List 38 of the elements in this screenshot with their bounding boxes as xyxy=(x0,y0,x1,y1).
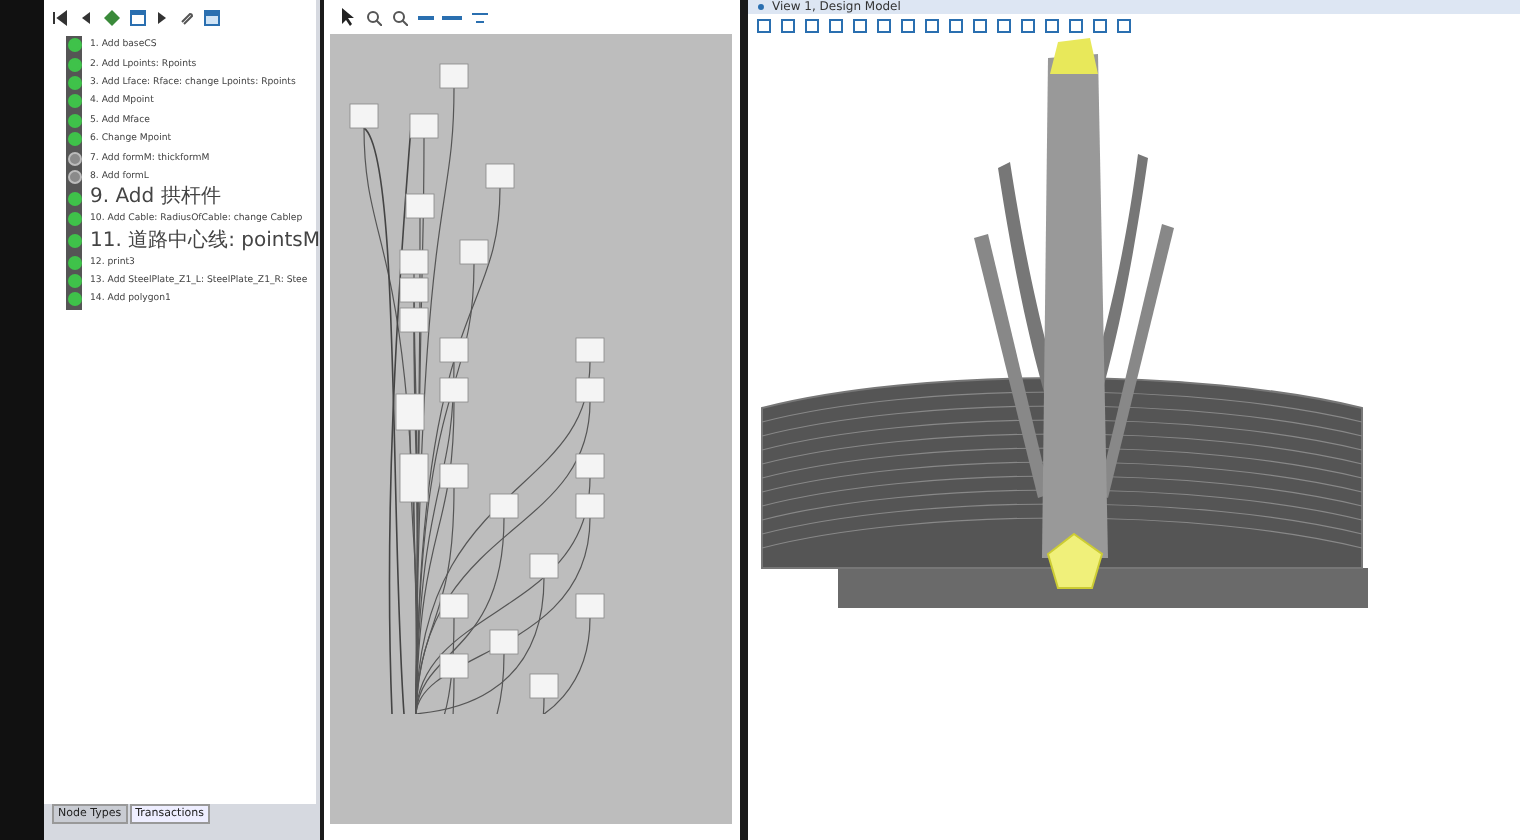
graph-node[interactable] xyxy=(575,593,605,619)
graph-node[interactable] xyxy=(405,193,435,219)
graph-node[interactable] xyxy=(439,63,469,89)
window-icon[interactable] xyxy=(130,10,146,26)
graph-node[interactable] xyxy=(489,493,519,519)
graph-node[interactable] xyxy=(395,393,425,431)
graph-node[interactable] xyxy=(439,337,469,363)
graph-node[interactable] xyxy=(575,377,605,403)
graph-node[interactable] xyxy=(409,113,439,139)
graph-node[interactable] xyxy=(439,377,469,403)
next-icon[interactable] xyxy=(156,10,168,26)
zoom-out-icon[interactable] xyxy=(392,9,408,25)
transaction-item[interactable]: 9. Add 拱杆件 xyxy=(90,188,221,209)
graph-node[interactable] xyxy=(459,239,489,265)
graph-node[interactable] xyxy=(529,673,559,699)
zoom-in-icon[interactable] xyxy=(366,9,382,25)
graph-node[interactable] xyxy=(575,453,605,479)
graph-node[interactable] xyxy=(439,653,469,679)
transaction-item[interactable]: 11. 道路中心线: pointsM xyxy=(90,231,320,252)
pointer-icon[interactable] xyxy=(340,8,356,26)
paperclip-icon[interactable] xyxy=(178,10,194,26)
graph-node[interactable] xyxy=(399,277,429,303)
graph-node[interactable] xyxy=(485,163,515,189)
previous-icon[interactable] xyxy=(78,10,94,26)
graph-node[interactable] xyxy=(529,553,559,579)
graph-node[interactable] xyxy=(575,493,605,519)
align-icon[interactable] xyxy=(418,11,462,23)
diamond-icon[interactable] xyxy=(104,10,120,26)
graph-node[interactable] xyxy=(399,453,429,503)
graph-node[interactable] xyxy=(399,249,429,275)
first-icon[interactable] xyxy=(52,10,68,26)
graph-node[interactable] xyxy=(439,463,469,489)
graph-node[interactable] xyxy=(489,629,519,655)
align-icon[interactable] xyxy=(472,11,488,23)
graph-node[interactable] xyxy=(399,307,429,333)
graph-node[interactable] xyxy=(349,103,379,129)
graph-node[interactable] xyxy=(575,337,605,363)
graph-node[interactable] xyxy=(439,593,469,619)
